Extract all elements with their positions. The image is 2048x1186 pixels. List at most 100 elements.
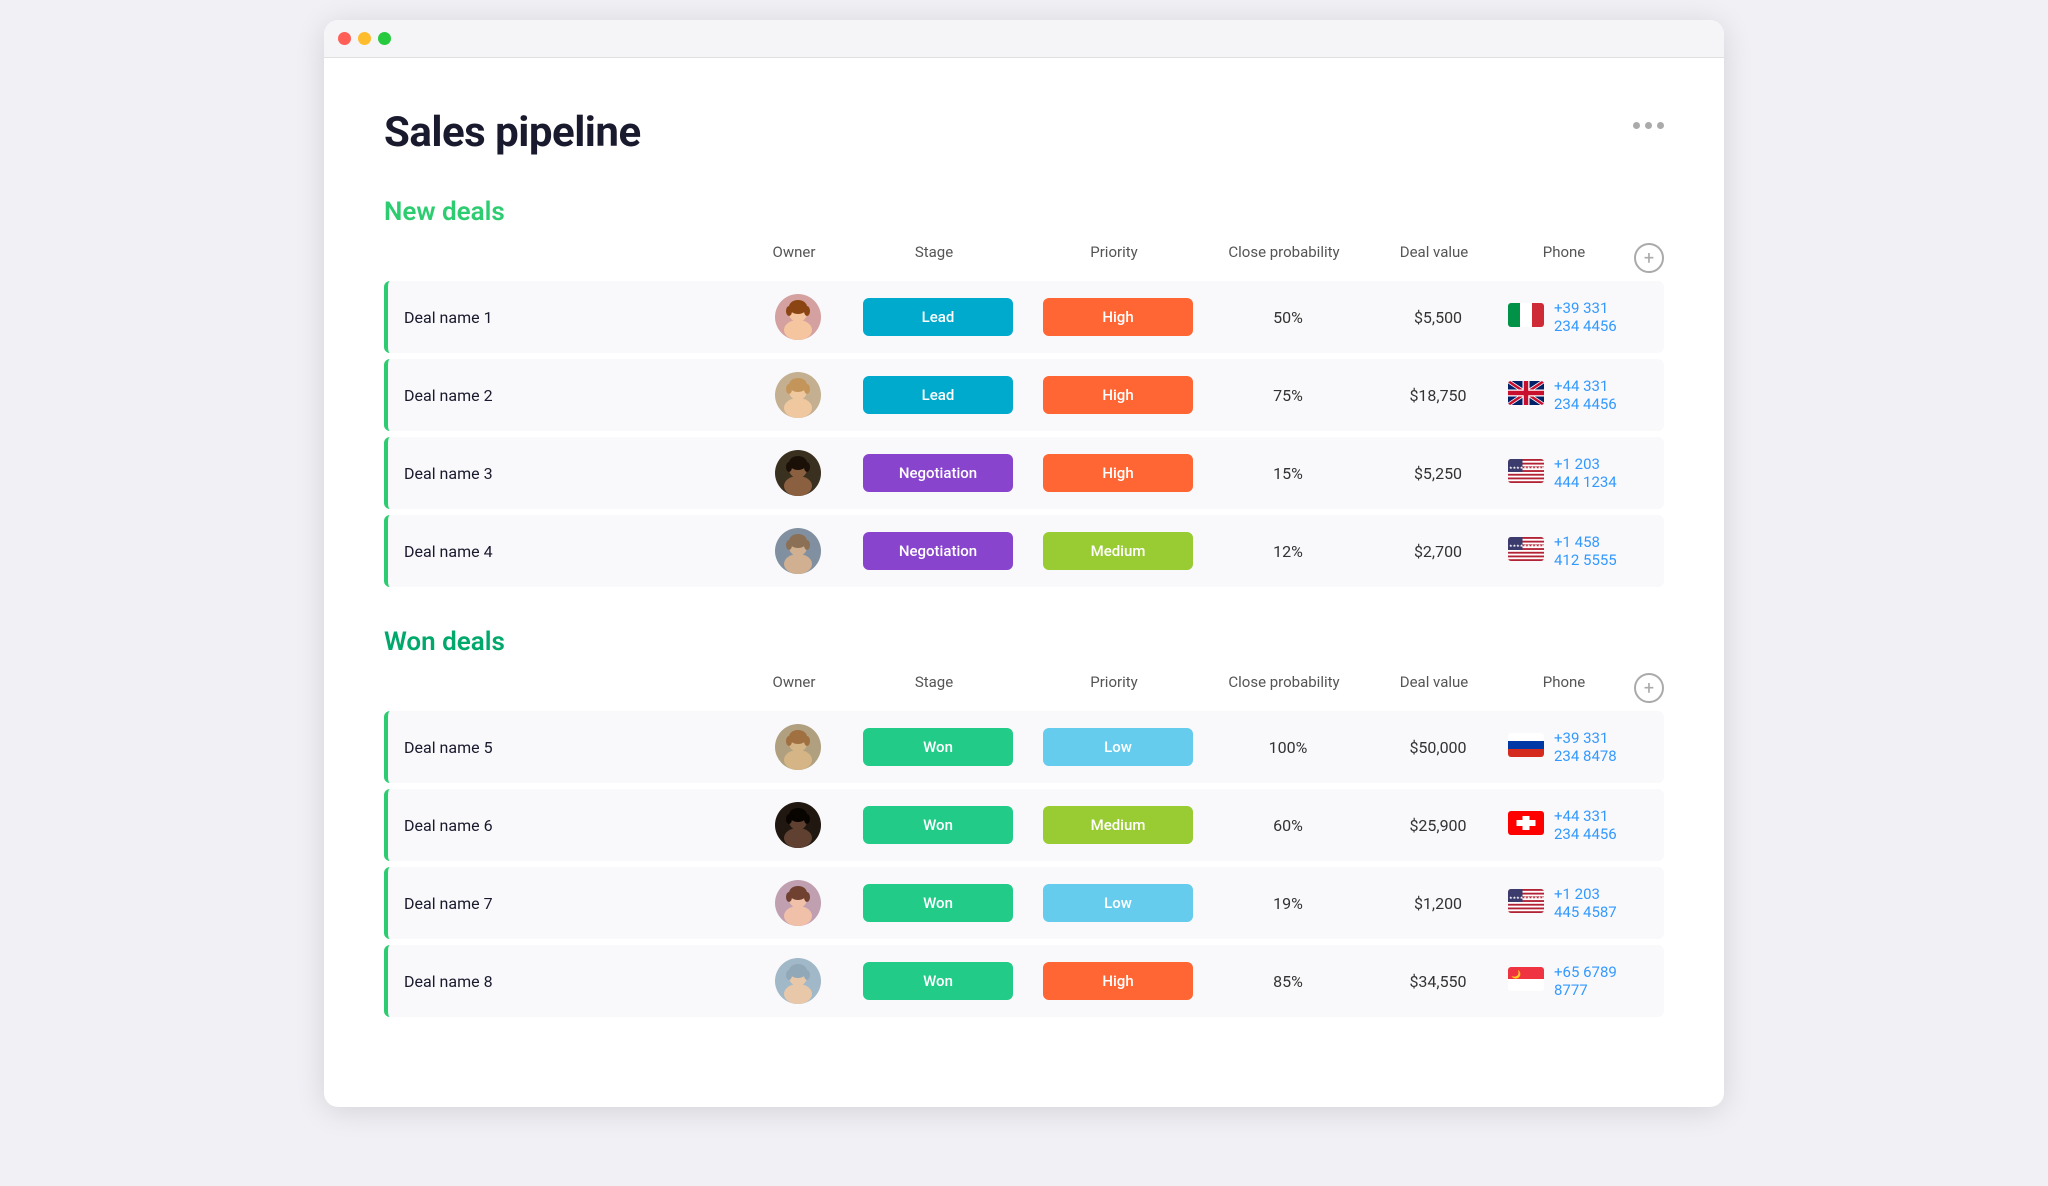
won-deals-rows: Deal name 5 Won Low 100% $50,000 +39 3 xyxy=(384,711,1664,1017)
deal-value: $34,550 xyxy=(1368,972,1508,991)
avatar xyxy=(748,528,848,574)
won-col-stage: Stage xyxy=(844,673,1024,703)
close-button[interactable] xyxy=(338,32,351,45)
deal-name: Deal name 8 xyxy=(388,972,748,991)
deal-name: Deal name 7 xyxy=(388,894,748,913)
avatar xyxy=(748,724,848,770)
new-deals-header: New deals xyxy=(384,197,1664,227)
phone-cell: +39 331 234 8478 xyxy=(1508,729,1624,765)
priority-cell: Medium xyxy=(1028,532,1208,570)
priority-badge: Medium xyxy=(1043,806,1193,844)
priority-badge: Low xyxy=(1043,884,1193,922)
won-col-add: + xyxy=(1624,673,1664,703)
priority-cell: High xyxy=(1028,454,1208,492)
table-row: Deal name 1 Lead High 50% $5,500 +39 3 xyxy=(384,281,1664,353)
won-col-owner: Owner xyxy=(744,673,844,703)
deal-name: Deal name 5 xyxy=(388,738,748,757)
deal-name: Deal name 3 xyxy=(388,464,748,483)
col-phone: Phone xyxy=(1504,243,1624,273)
flag-icon: 🌙 xyxy=(1508,967,1544,995)
more-dot-2 xyxy=(1645,122,1652,129)
table-row: Deal name 6 Won Medium 60% $25,900 +44 xyxy=(384,789,1664,861)
minimize-button[interactable] xyxy=(358,32,371,45)
new-deals-add-button[interactable]: + xyxy=(1634,243,1664,273)
avatar xyxy=(748,880,848,926)
avatar xyxy=(748,802,848,848)
stage-badge: Won xyxy=(863,962,1013,1000)
priority-badge: Medium xyxy=(1043,532,1193,570)
phone-cell: 🌙 +65 6789 8777 xyxy=(1508,963,1624,999)
stage-badge: Won xyxy=(863,806,1013,844)
maximize-button[interactable] xyxy=(378,32,391,45)
deal-name: Deal name 4 xyxy=(388,542,748,561)
won-col-phone: Phone xyxy=(1504,673,1624,703)
close-probability: 12% xyxy=(1208,542,1368,561)
won-deals-title: Won deals xyxy=(384,627,505,657)
col-deal-value: Deal value xyxy=(1364,243,1504,273)
phone-link[interactable]: +39 331 234 4456 xyxy=(1554,299,1624,335)
deal-value: $50,000 xyxy=(1368,738,1508,757)
more-dot-3 xyxy=(1657,122,1664,129)
won-deals-section: Won deals Owner Stage Priority Close pro… xyxy=(384,627,1664,1017)
col-stage: Stage xyxy=(844,243,1024,273)
won-deals-header: Won deals xyxy=(384,627,1664,657)
stage-badge: Lead xyxy=(863,376,1013,414)
stage-cell: Lead xyxy=(848,376,1028,414)
col-deal-name xyxy=(384,243,744,273)
new-deals-section: New deals Owner Stage Priority Close pro… xyxy=(384,197,1664,587)
page-title: Sales pipeline xyxy=(384,108,641,157)
stage-cell: Negotiation xyxy=(848,532,1028,570)
phone-link[interactable]: +65 6789 8777 xyxy=(1554,963,1624,999)
phone-cell: ★★★★★★★★★★★★★★★★★★★★★★★★★★★★★★★★★★★★★★★★… xyxy=(1508,533,1624,569)
close-probability: 100% xyxy=(1208,738,1368,757)
won-deals-col-headers: Owner Stage Priority Close probability D… xyxy=(384,673,1664,711)
flag-icon xyxy=(1508,381,1544,409)
priority-cell: High xyxy=(1028,298,1208,336)
phone-cell: +44 331 234 4456 xyxy=(1508,807,1624,843)
won-col-priority: Priority xyxy=(1024,673,1204,703)
table-row: Deal name 2 Lead High 75% $18,750 xyxy=(384,359,1664,431)
stage-cell: Negotiation xyxy=(848,454,1028,492)
svg-text:🌙: 🌙 xyxy=(1511,969,1521,979)
table-row: Deal name 5 Won Low 100% $50,000 +39 3 xyxy=(384,711,1664,783)
new-deals-title: New deals xyxy=(384,197,505,227)
titlebar xyxy=(324,20,1724,58)
flag-icon xyxy=(1508,733,1544,761)
phone-link[interactable]: +44 331 234 4456 xyxy=(1554,377,1624,413)
avatar xyxy=(748,372,848,418)
priority-cell: High xyxy=(1028,376,1208,414)
phone-cell: +44 331 234 4456 xyxy=(1508,377,1624,413)
close-probability: 15% xyxy=(1208,464,1368,483)
phone-link[interactable]: +44 331 234 4456 xyxy=(1554,807,1624,843)
won-col-deal-name xyxy=(384,673,744,703)
col-close-prob: Close probability xyxy=(1204,243,1364,273)
avatar xyxy=(748,958,848,1004)
close-probability: 19% xyxy=(1208,894,1368,913)
main-content: Sales pipeline New deals Owner Stage Pri… xyxy=(324,58,1724,1107)
avatar xyxy=(748,294,848,340)
more-options-button[interactable] xyxy=(1633,122,1664,129)
close-probability: 50% xyxy=(1208,308,1368,327)
phone-link[interactable]: +1 458 412 5555 xyxy=(1554,533,1624,569)
stage-cell: Won xyxy=(848,806,1028,844)
traffic-lights xyxy=(338,32,391,45)
phone-cell: ★★★★★★★★★★★★★★★★★★★★★★★★★★★★★★★★★★★★★★★★… xyxy=(1508,885,1624,921)
priority-cell: Low xyxy=(1028,728,1208,766)
phone-link[interactable]: +39 331 234 8478 xyxy=(1554,729,1624,765)
priority-badge: High xyxy=(1043,454,1193,492)
close-probability: 60% xyxy=(1208,816,1368,835)
svg-text:★★★★★★★★★★★★★★★★★★★★★★★★★★★★★★: ★★★★★★★★★★★★★★★★★★★★★★★★★★★★★★★★★★★★★★★★… xyxy=(1509,465,1544,470)
stage-badge: Won xyxy=(863,884,1013,922)
col-owner: Owner xyxy=(744,243,844,273)
phone-link[interactable]: +1 203 444 1234 xyxy=(1554,455,1624,491)
stage-badge: Lead xyxy=(863,298,1013,336)
more-dot-1 xyxy=(1633,122,1640,129)
table-row: Deal name 3 Negotiation High 15% $5,250 xyxy=(384,437,1664,509)
flag-icon: ★★★★★★★★★★★★★★★★★★★★★★★★★★★★★★★★★★★★★★★★… xyxy=(1508,889,1544,917)
flag-icon xyxy=(1508,811,1544,839)
app-window: Sales pipeline New deals Owner Stage Pri… xyxy=(324,20,1724,1107)
flag-icon xyxy=(1508,303,1544,331)
priority-badge: High xyxy=(1043,298,1193,336)
won-deals-add-button[interactable]: + xyxy=(1634,673,1664,703)
phone-link[interactable]: +1 203 445 4587 xyxy=(1554,885,1624,921)
